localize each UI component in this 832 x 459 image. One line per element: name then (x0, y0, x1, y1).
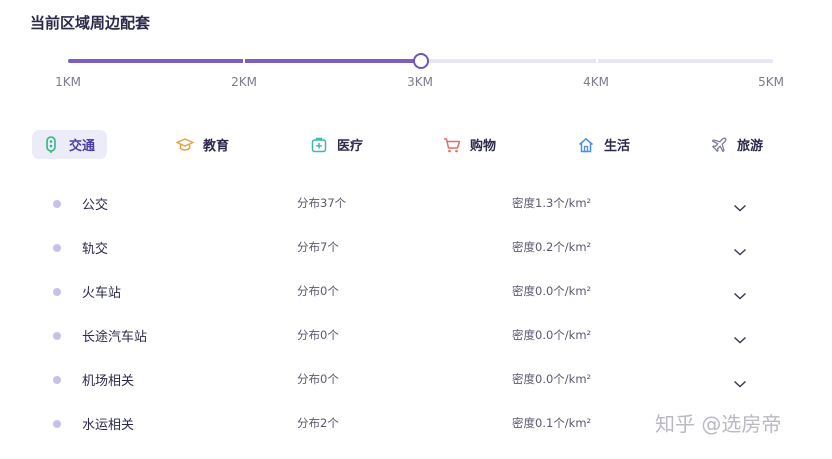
distance-label-3km[interactable]: 3KM (407, 75, 433, 89)
density-value: 密度0.0个/km² (512, 372, 592, 386)
tab-label: 旅游 (737, 139, 764, 154)
bullet-dot (53, 288, 61, 296)
distance-label-4km[interactable]: 4KM (583, 75, 609, 89)
category-tabs: 交通 教育 医疗 购物 生活 旅游 (0, 130, 832, 160)
category-name: 机场相关 (82, 374, 135, 389)
category-name: 长途汽车站 (82, 330, 148, 345)
tab-label: 生活 (604, 139, 631, 154)
tab-education[interactable]: 教育 (176, 130, 229, 159)
list-item-coach-station[interactable]: 长途汽车站 分布0个 密度0.0个/km² (0, 314, 832, 358)
shopping-cart-icon (443, 136, 461, 154)
tab-label: 购物 (470, 139, 497, 154)
tab-travel[interactable]: 旅游 (710, 130, 763, 159)
tab-label: 交通 (69, 139, 96, 154)
bullet-dot (53, 200, 61, 208)
bullet-dot (53, 376, 61, 384)
distribution-count: 分布0个 (297, 372, 339, 386)
tab-label: 医疗 (337, 139, 364, 154)
tab-shopping[interactable]: 购物 (443, 130, 496, 159)
distribution-count: 分布7个 (297, 240, 339, 254)
density-value: 密度0.2个/km² (512, 240, 592, 254)
category-name: 水运相关 (82, 418, 135, 433)
distribution-count: 分布0个 (297, 284, 339, 298)
category-name: 轨交 (82, 242, 109, 257)
chevron-down-icon[interactable] (733, 242, 747, 256)
distance-label-2km[interactable]: 2KM (231, 75, 257, 89)
bullet-dot (53, 420, 61, 428)
tab-transit[interactable]: 交通 (32, 130, 108, 159)
list-item-rail-transit[interactable]: 轨交 分布7个 密度0.2个/km² (0, 226, 832, 270)
bullet-dot (53, 244, 61, 252)
list-item-airport[interactable]: 机场相关 分布0个 密度0.0个/km² (0, 358, 832, 402)
density-value: 密度0.1个/km² (512, 416, 592, 430)
distribution-count: 分布0个 (297, 328, 339, 342)
watermark: 知乎 @选房帝 (655, 412, 782, 436)
bullet-dot (53, 332, 61, 340)
airplane-icon (710, 136, 728, 154)
slider-tick (596, 59, 598, 63)
tab-life[interactable]: 生活 (577, 130, 630, 159)
tab-label: 教育 (203, 139, 230, 154)
slider-handle[interactable] (413, 53, 429, 69)
chevron-down-icon[interactable] (733, 374, 747, 388)
distance-label-5km[interactable]: 5KM (758, 75, 784, 89)
slider-tick (243, 59, 245, 63)
transit-icon (42, 135, 60, 154)
graduation-cap-icon (176, 136, 194, 154)
distribution-count: 分布37个 (297, 196, 347, 210)
list-item-train-station[interactable]: 火车站 分布0个 密度0.0个/km² (0, 270, 832, 314)
section-title: 当前区域周边配套 (30, 14, 151, 32)
tab-medical[interactable]: 医疗 (310, 130, 363, 159)
density-value: 密度1.3个/km² (512, 196, 592, 210)
distance-slider[interactable] (68, 52, 773, 72)
chevron-down-icon[interactable] (733, 330, 747, 344)
medical-kit-icon (310, 136, 328, 154)
list-item-bus[interactable]: 公交 分布37个 密度1.3个/km² (0, 182, 832, 226)
category-name: 公交 (82, 198, 109, 213)
category-name: 火车站 (82, 286, 122, 301)
distance-label-1km[interactable]: 1KM (55, 75, 81, 89)
distribution-count: 分布2个 (297, 416, 339, 430)
chevron-down-icon[interactable] (733, 286, 747, 300)
chevron-down-icon[interactable] (733, 198, 747, 212)
home-icon (577, 136, 595, 154)
density-value: 密度0.0个/km² (512, 328, 592, 342)
density-value: 密度0.0个/km² (512, 284, 592, 298)
